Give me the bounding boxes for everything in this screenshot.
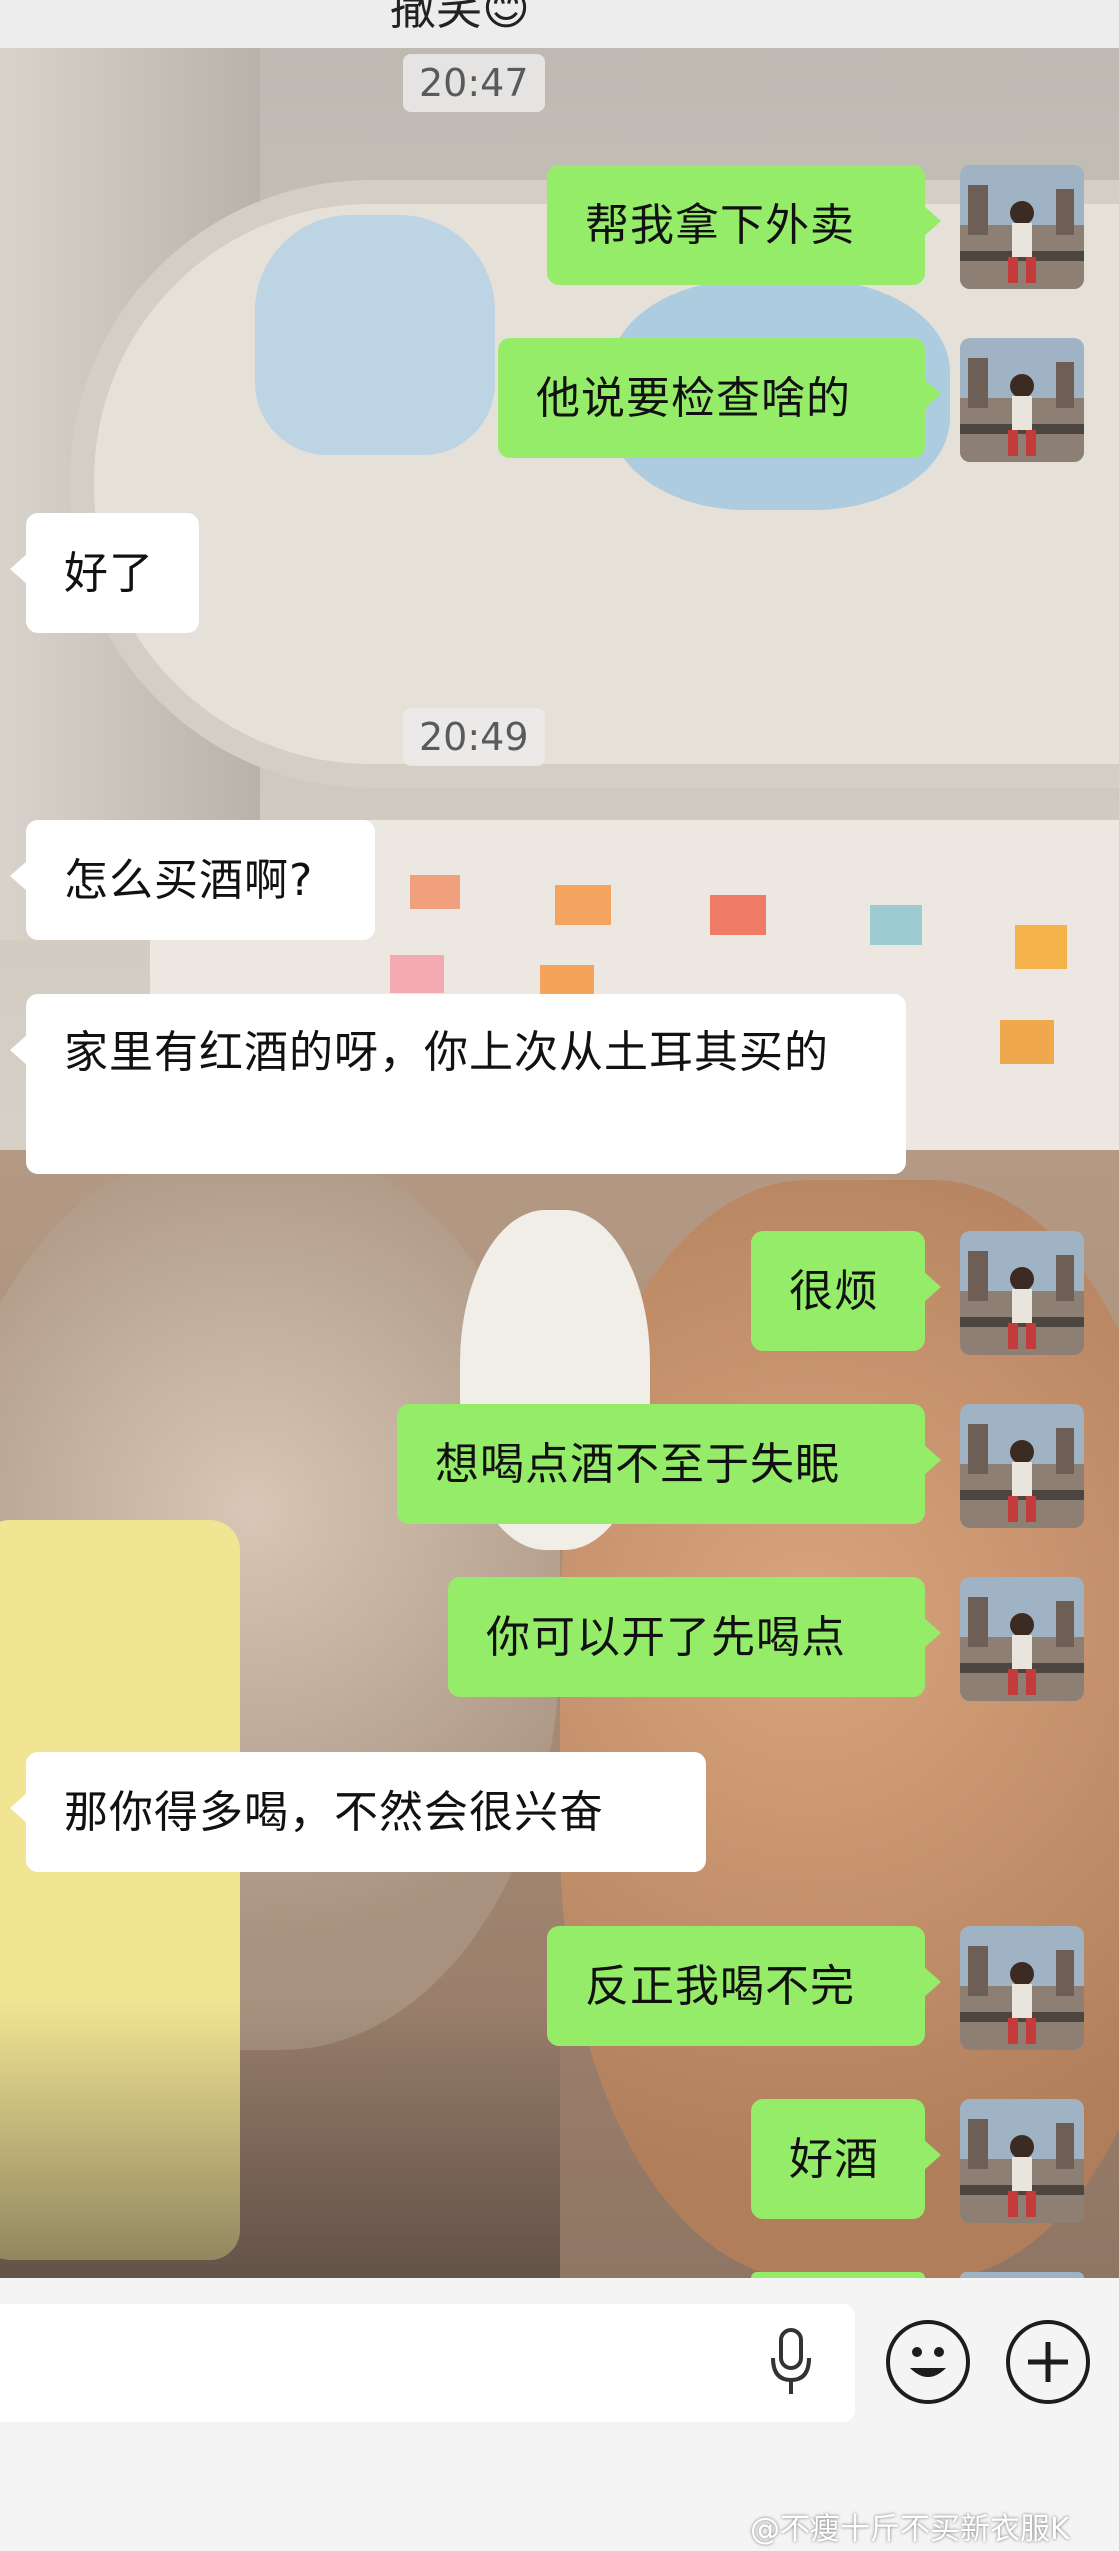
message-list[interactable]: 20:47 帮我拿下外卖 他说要检查啥的 好了 20:49 怎么买酒啊? 家里有…: [0, 48, 1119, 2278]
message-bubble-incoming[interactable]: 家里有红酒的呀，你上次从土耳其买的: [10, 994, 906, 1174]
message-bubble-outgoing[interactable]: 你可以开了先喝点: [448, 1577, 941, 1697]
message-input[interactable]: [0, 2304, 855, 2422]
emoji-icon[interactable]: [886, 2320, 970, 2404]
plus-icon[interactable]: [1006, 2320, 1090, 2404]
watermark: @不瘦十斤不买新衣服K: [750, 2512, 1070, 2547]
message-bubble-incoming[interactable]: 怎么买酒啊?: [10, 820, 375, 940]
message-bubble-incoming[interactable]: 好了: [10, 513, 199, 633]
message-bubble-outgoing[interactable]: 他说要检查啥的: [498, 338, 941, 458]
message-bubble-outgoing[interactable]: 好酒: [751, 2099, 941, 2219]
chat-header: 撒笑😊: [0, 0, 1119, 48]
user-avatar[interactable]: [960, 1231, 1084, 1355]
microphone-icon[interactable]: [768, 2328, 814, 2398]
message-bubble-outgoing[interactable]: 很烦: [751, 1231, 941, 1351]
timestamp: 20:47: [403, 54, 545, 112]
chat-title: 撒笑😊: [390, 0, 530, 35]
message-bubble-outgoing[interactable]: 反正我喝不完: [547, 1926, 941, 2046]
message-bubble-outgoing[interactable]: 想喝点酒不至于失眠: [397, 1404, 941, 1524]
user-avatar[interactable]: [960, 1577, 1084, 1701]
message-bubble-incoming[interactable]: 那你得多喝，不然会很兴奋: [10, 1752, 706, 1872]
user-avatar[interactable]: [960, 1404, 1084, 1528]
user-avatar[interactable]: [960, 2099, 1084, 2223]
user-avatar[interactable]: [960, 338, 1084, 462]
user-avatar[interactable]: [960, 165, 1084, 289]
user-avatar[interactable]: [960, 1926, 1084, 2050]
message-bubble-outgoing[interactable]: 帮我拿下外卖: [547, 165, 941, 285]
timestamp: 20:49: [403, 708, 545, 766]
